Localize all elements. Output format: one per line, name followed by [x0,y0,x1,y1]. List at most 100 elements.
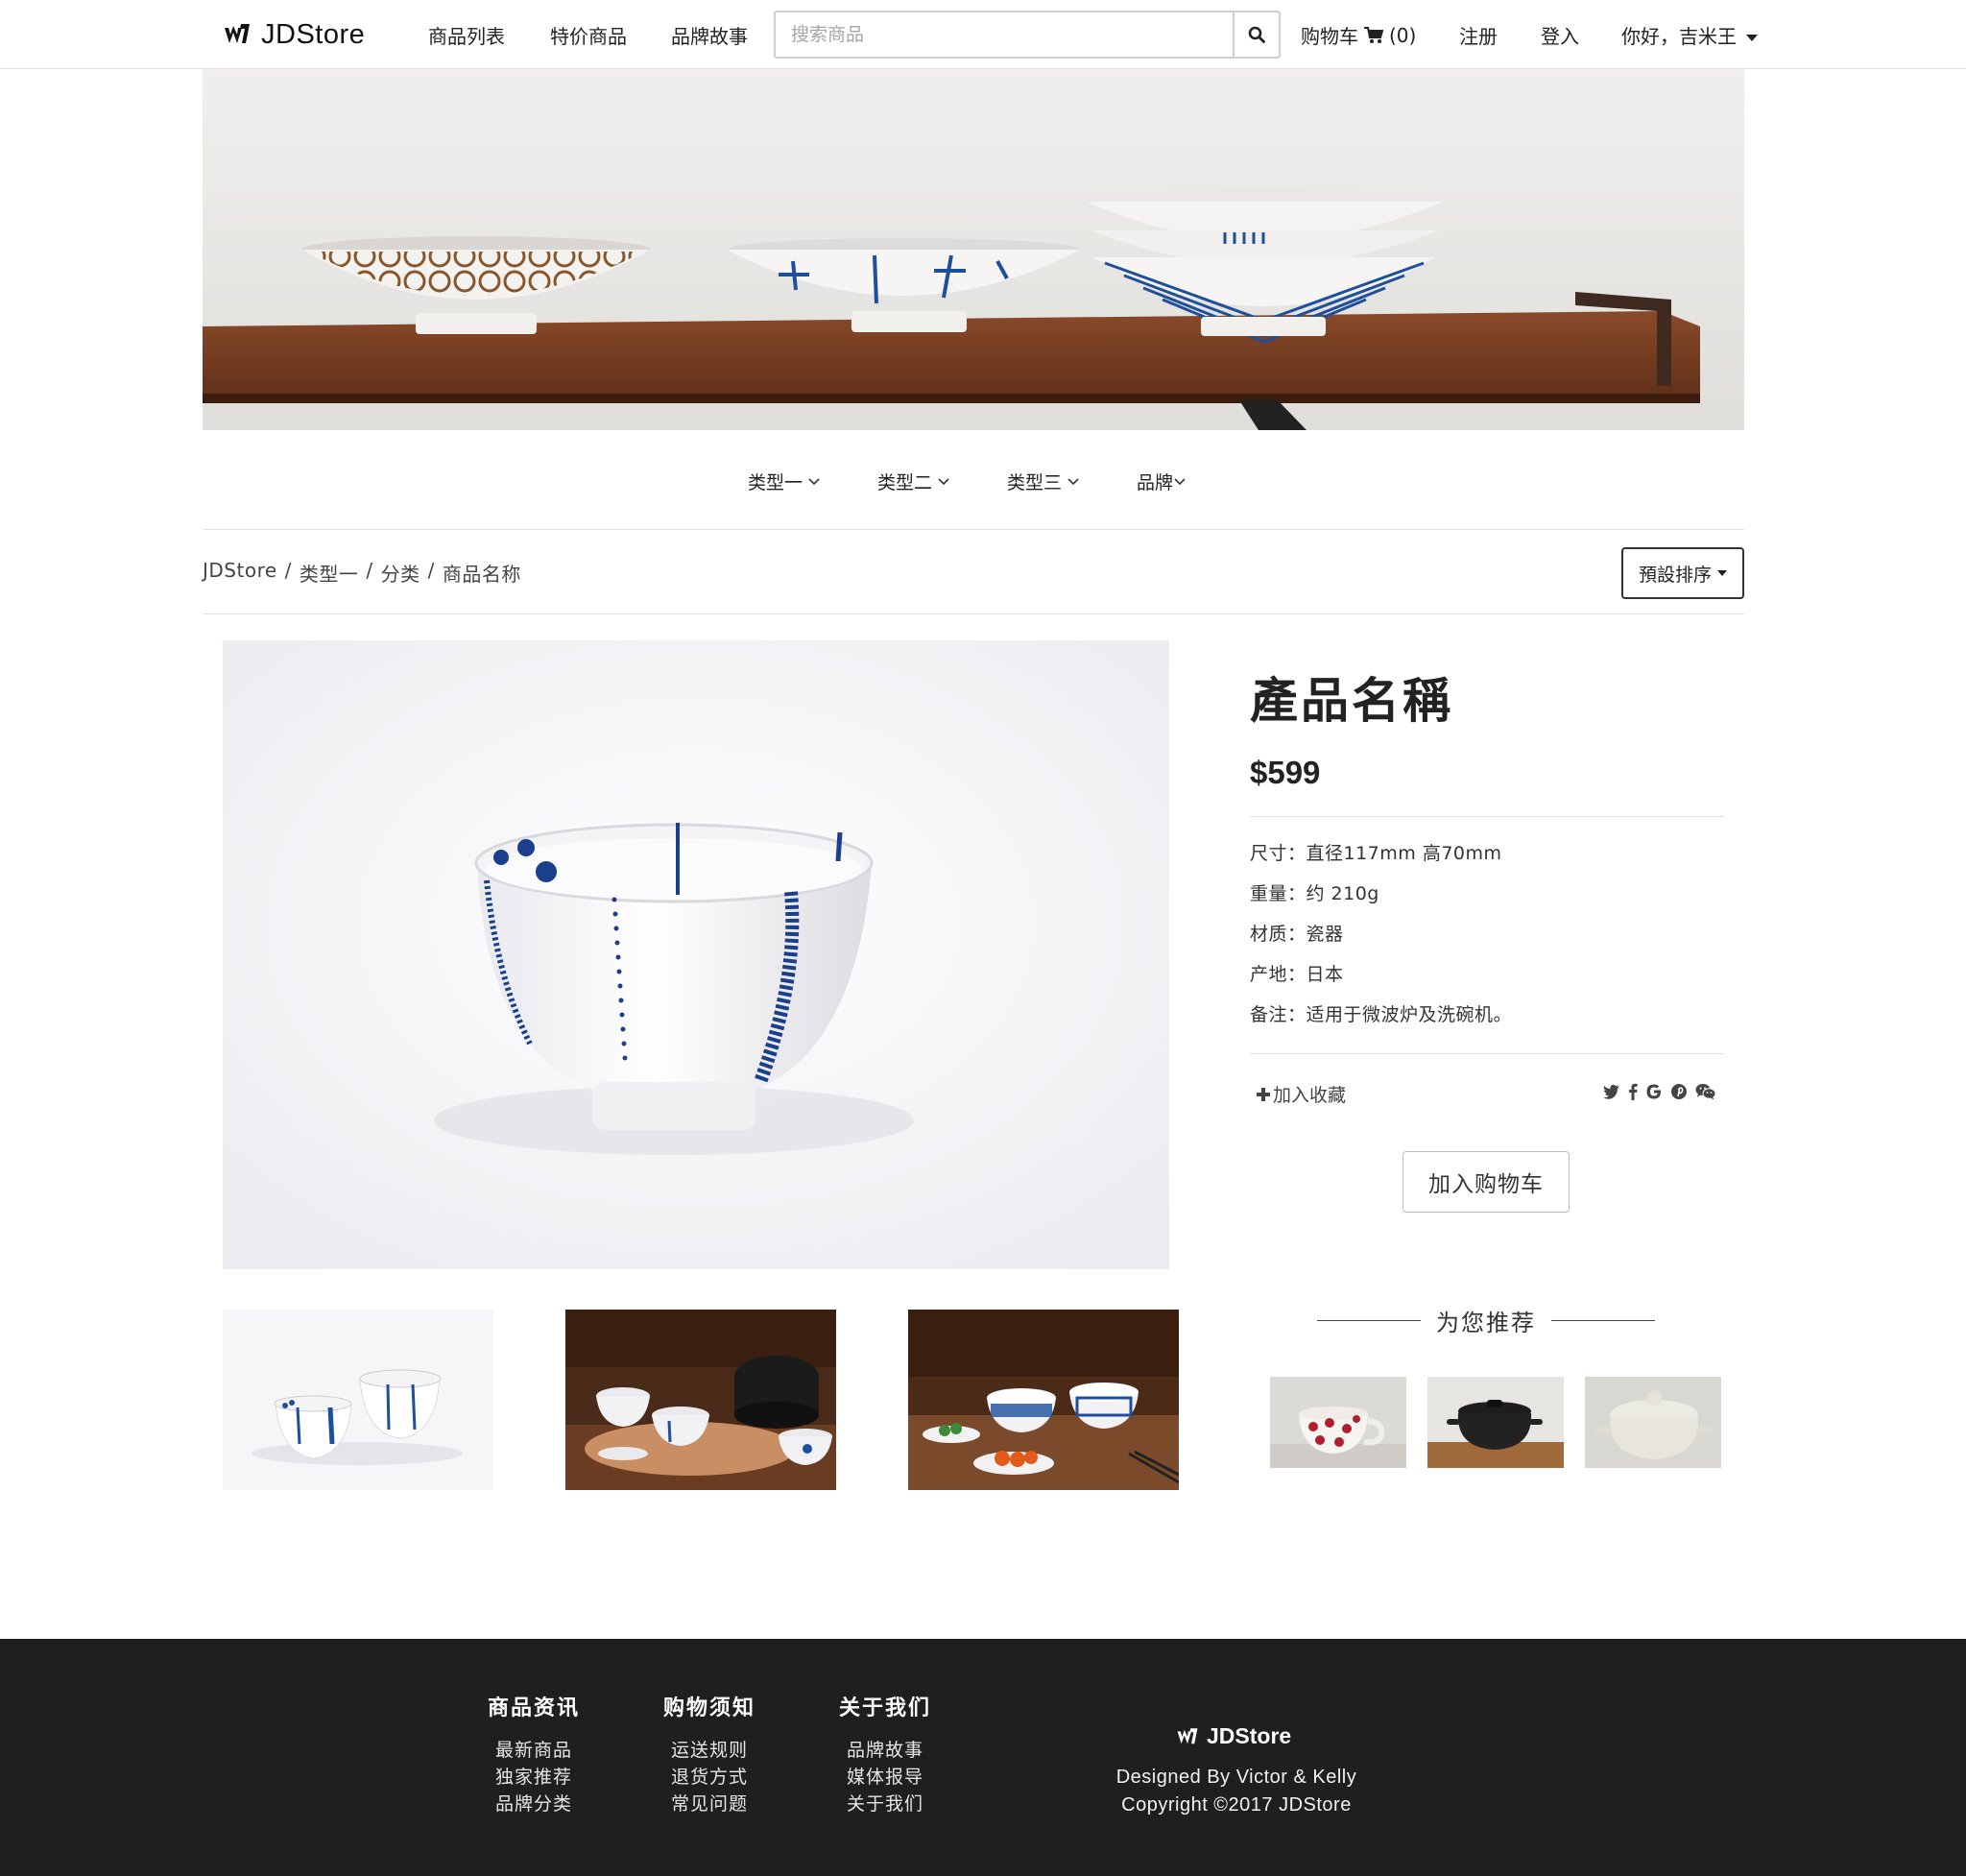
wechat-icon[interactable] [1695,1083,1716,1100]
breadcrumb-current: 商品名称 [442,563,521,586]
product-thumbnail[interactable] [223,1310,493,1490]
product-name: 產品名稱 [1250,673,1453,729]
category-label: 品牌 [1137,472,1174,493]
chevron-down-icon [1174,477,1186,485]
facebook-icon[interactable] [1628,1083,1638,1100]
category-type-1[interactable]: 类型一 [748,469,820,494]
breadcrumb: JDStore / 类型一 / 分类 / 商品名称 [203,559,521,587]
category-label: 类型三 [1007,472,1063,493]
category-type-2[interactable]: 类型二 [877,469,949,494]
footer-link[interactable]: 关于我们 [818,1791,952,1817]
product-main-image [223,640,1169,1269]
footer-link[interactable]: 独家推荐 [467,1764,601,1791]
nav-login[interactable]: 登入 [1541,21,1579,49]
site-footer: 商品资讯 最新商品 独家推荐 品牌分类 购物须知 运送规则 退货方式 常见问题 … [0,1639,1966,1876]
footer-link[interactable]: 退货方式 [642,1764,777,1791]
divider [1551,1319,1655,1321]
footer-copyright: Copyright ©2017 JDStore [1121,1794,1352,1816]
search-box [774,11,1281,59]
nav-special-offers[interactable]: 特价商品 [550,21,627,49]
footer-link[interactable]: 品牌分类 [467,1791,601,1817]
twitter-icon[interactable] [1603,1084,1620,1099]
category-brand[interactable]: 品牌 [1137,469,1186,494]
category-label: 类型二 [877,472,933,493]
recommended-product[interactable] [1585,1377,1721,1468]
footer-credits: Designed By Victor & Kelly Copyright ©20… [1056,1764,1417,1819]
footer-link[interactable]: 最新商品 [467,1737,601,1764]
recommended-image [1585,1377,1721,1468]
category-label: 类型一 [748,472,803,493]
footer-link[interactable]: 媒体报导 [818,1764,952,1791]
caret-down-icon [1717,570,1727,576]
logo-mark-icon [225,24,250,43]
breadcrumb-category[interactable]: 类型一 [300,559,359,587]
user-menu-toggle[interactable]: 你好，吉米王 [1621,21,1758,49]
cart-count: (0) [1389,23,1417,47]
shopping-cart-icon [1364,26,1383,43]
favorites-label: 加入收藏 [1273,1085,1347,1106]
plus-icon [1257,1087,1270,1101]
favorite-share-row: 加入收藏 [1250,1054,1724,1135]
user-greeting: 你好，吉米王 [1621,25,1737,48]
category-bar: 类型一 类型二 类型三 品牌 [203,430,1744,530]
divider [1317,1319,1421,1321]
footer-column-product-info: 商品资讯 最新商品 独家推荐 品牌分类 [467,1691,601,1817]
divider [1250,816,1724,817]
footer-column-about: 关于我们 品牌故事 媒体报导 关于我们 [818,1691,952,1817]
breadcrumb-separator: / [284,559,292,582]
nav-brand-story[interactable]: 品牌故事 [671,21,748,49]
breadcrumb-separator: / [366,559,373,582]
footer-column-title: 购物须知 [662,1696,755,1720]
top-navbar: JDStore 商品列表 特价商品 品牌故事 购物车 (0) 注册 登入 你好，… [0,0,1966,69]
search-button[interactable] [1233,12,1279,57]
hero-image [203,69,1744,430]
nav-cart[interactable]: 购物车 (0) [1301,21,1416,49]
hero-banner [203,69,1744,430]
bowl-photo [223,640,1169,1269]
recommended-image [1427,1377,1564,1468]
recommended-product[interactable] [1270,1377,1406,1468]
footer-designed-by: Designed By Victor & Kelly [1115,1767,1357,1788]
spec-material: 材质：瓷器 [1250,924,1344,945]
chevron-down-icon [808,477,820,485]
breadcrumb-home[interactable]: JDStore [203,559,277,587]
sort-label: 預設排序 [1638,564,1712,586]
recommend-header: 为您推荐 [1317,1303,1655,1337]
brand-logo[interactable]: JDStore [223,15,365,54]
category-type-3[interactable]: 类型三 [1007,469,1079,494]
spec-note: 备注：适用于微波炉及洗碗机。 [1250,1004,1513,1025]
cart-label: 购物车 [1301,25,1358,48]
product-thumbnail[interactable] [908,1310,1179,1490]
pinterest-icon[interactable] [1670,1083,1688,1100]
search-icon [1248,26,1265,43]
thumbnail-image [565,1310,836,1490]
spec-size: 尺寸：直径117mm 高70mm [1250,843,1502,864]
recommended-product[interactable] [1427,1377,1564,1468]
brand-name: JDStore [261,18,366,50]
breadcrumb-subcategory[interactable]: 分类 [381,559,420,587]
spec-origin: 产地：日本 [1250,964,1344,985]
search-input[interactable] [776,12,1233,57]
footer-link[interactable]: 运送规则 [642,1737,777,1764]
breadcrumb-row: JDStore / 类型一 / 分类 / 商品名称 預設排序 [203,530,1744,614]
footer-logo: JDStore [1176,1723,1291,1749]
add-to-favorites[interactable]: 加入收藏 [1256,1081,1346,1107]
add-to-cart-button[interactable]: 加入购物车 [1403,1151,1570,1213]
recommended-image [1270,1377,1406,1468]
product-info: 產品名稱 $599 尺寸：直径117mm 高70mm 重量：约 210g 材质：… [1250,662,1724,1135]
footer-link[interactable]: 品牌故事 [818,1737,952,1764]
google-icon[interactable] [1645,1083,1663,1100]
logo-mark-icon [1177,1727,1198,1744]
caret-down-icon [1746,35,1758,41]
footer-link[interactable]: 常见问题 [642,1791,777,1817]
product-thumbnail[interactable] [565,1310,836,1490]
nav-product-list[interactable]: 商品列表 [428,21,505,49]
chevron-down-icon [938,477,949,485]
footer-column-title: 商品资讯 [487,1696,580,1720]
footer-column-title: 关于我们 [838,1696,931,1720]
nav-register[interactable]: 注册 [1459,21,1498,49]
breadcrumb-separator: / [427,559,435,582]
share-icons [1603,1083,1716,1100]
footer-brand-name: JDStore [1207,1723,1292,1748]
sort-dropdown[interactable]: 預設排序 [1621,547,1744,599]
